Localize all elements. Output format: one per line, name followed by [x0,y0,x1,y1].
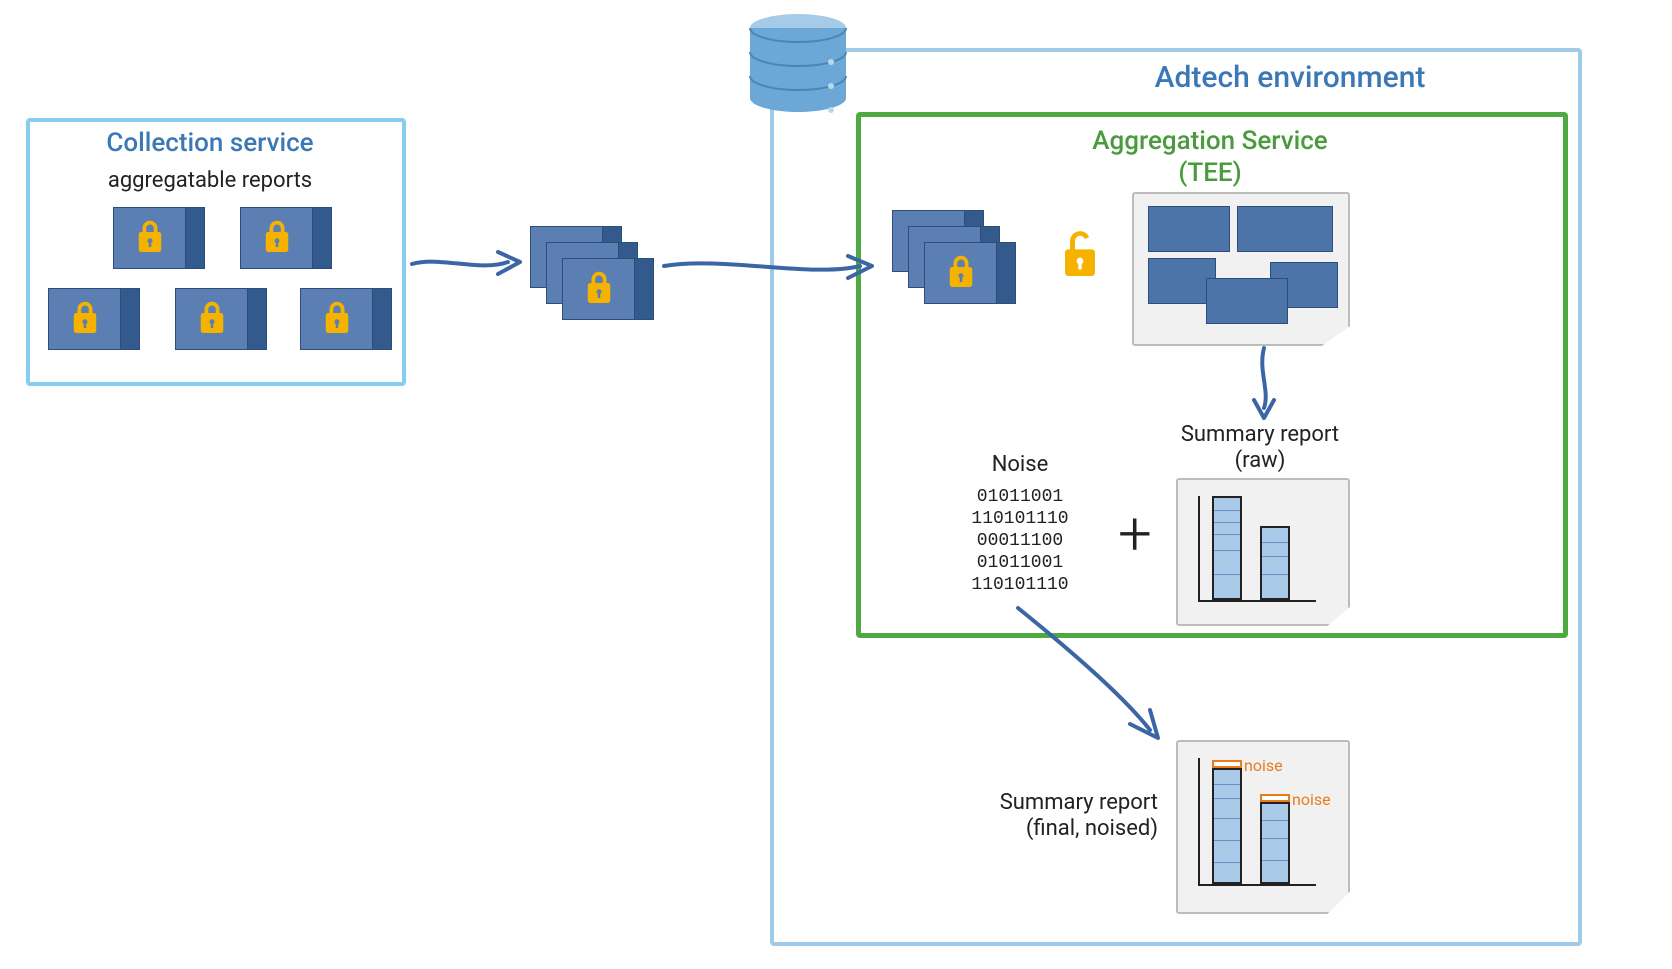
noise-annotation: noise [1244,756,1283,775]
data-block [1148,206,1230,252]
noise-label: Noise [950,452,1090,477]
report-card [113,207,205,267]
lock-icon [135,219,165,255]
plus-icon: + [1118,498,1152,569]
report-stack-front [562,258,654,318]
noise-bits-line: 01011001 [948,486,1092,508]
chart-bar [1260,526,1290,600]
chart-axis [1198,600,1316,602]
report-card [175,288,267,348]
lock-icon [322,300,352,336]
noise-bits-line: 01011001 [948,552,1092,574]
chart-axis [1198,496,1200,602]
noise-cap [1212,760,1242,768]
summary-final-label-2: (final, noised) [938,816,1158,841]
summary-final-label-1: Summary report [938,790,1158,815]
report-card [300,288,392,348]
database-icon [743,10,853,120]
chart-bar [1212,496,1242,600]
aggregatable-reports-label: aggregatable reports [80,168,340,193]
noise-bits-line: 110101110 [948,508,1092,530]
aggregation-service-title-1: Aggregation Service [870,126,1550,156]
lock-icon [197,300,227,336]
open-lock-icon [1060,228,1100,284]
report-card [240,207,332,267]
lock-icon [946,254,976,290]
arrow-right-icon [410,242,524,282]
noise-bits-line: 00011100 [948,530,1092,552]
arrow-down-icon [1244,346,1284,420]
chart-bar [1260,802,1290,884]
lock-icon [70,300,100,336]
report-stack-front [924,242,1016,302]
arrow-right-icon [662,246,876,286]
arrow-diagonal-icon [1010,602,1170,752]
data-block [1206,278,1288,324]
aggregation-service-title-2: (TEE) [870,158,1550,188]
chart-axis [1198,758,1200,886]
summary-raw-label-2: (raw) [1150,448,1370,473]
noise-annotation: noise [1292,790,1331,809]
lock-icon [584,270,614,306]
collection-service-title: Collection service [60,128,360,158]
chart-axis [1198,884,1316,886]
summary-raw-label-1: Summary report [1150,422,1370,447]
data-block [1237,206,1333,252]
noise-cap [1260,794,1290,802]
noise-bits-line: 110101110 [948,574,1092,596]
adtech-environment-title: Adtech environment [1030,60,1550,95]
noise-bits: 01011001 110101110 00011100 01011001 110… [948,486,1092,596]
lock-icon [262,219,292,255]
chart-bar [1212,768,1242,884]
report-card [48,288,140,348]
